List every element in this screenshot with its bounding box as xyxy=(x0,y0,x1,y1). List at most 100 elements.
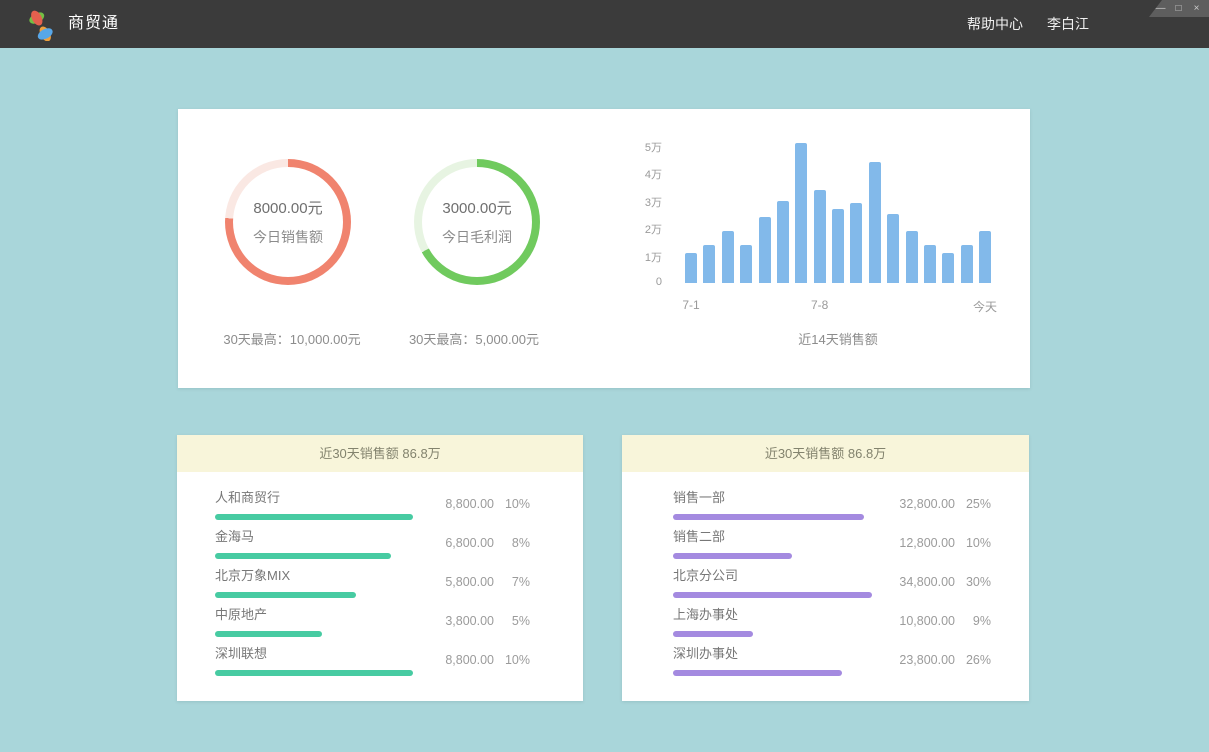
department-ranking-card: 近30天销售额 86.8万 销售一部32,800.0025%销售二部12,800… xyxy=(622,435,1029,701)
rank-row: 深圳办事处23,800.0026% xyxy=(673,640,991,679)
rank-label: 深圳联想 xyxy=(215,643,420,662)
rank-value: 5,800.00 xyxy=(420,575,494,589)
rank-label: 人和商贸行 xyxy=(215,487,420,506)
sales-bar xyxy=(869,162,881,283)
rank-row: 北京分公司34,800.0030% xyxy=(673,562,991,601)
rank-row: 销售二部12,800.0010% xyxy=(673,523,991,562)
sales-bar xyxy=(887,214,899,283)
rank-label: 中原地产 xyxy=(215,604,420,623)
rank-percent: 26% xyxy=(955,653,991,667)
rank-row: 人和商贸行8,800.0010% xyxy=(215,484,530,523)
rank-bar xyxy=(215,670,413,676)
today-summary-card: 8000.00元 今日销售额 30天最高：10,000.00元 3000.00元… xyxy=(178,109,1030,388)
sales-bar xyxy=(740,245,752,284)
daily-sales-chart-title: 近14天销售额 xyxy=(685,329,991,348)
sales-bars xyxy=(685,143,991,283)
rank-bar xyxy=(215,514,413,520)
x-tick-label: 7-8 xyxy=(811,298,828,312)
x-tick-label: 7-1 xyxy=(682,298,699,312)
user-name-menu[interactable]: 李白江 xyxy=(1047,14,1089,34)
rank-label: 销售一部 xyxy=(673,487,881,506)
sales-bar xyxy=(814,190,826,284)
sales-bar xyxy=(924,245,936,284)
rank-row: 销售一部32,800.0025% xyxy=(673,484,991,523)
today-sales-donut: 8000.00元 今日销售额 xyxy=(225,159,351,285)
rank-bar xyxy=(673,553,872,559)
rank-row: 金海马6,800.008% xyxy=(215,523,530,562)
rank-value: 3,800.00 xyxy=(420,614,494,628)
profit-30day-max: 30天最高：5,000.00元 xyxy=(374,329,574,348)
app-title: 商贸通 xyxy=(68,0,119,48)
department-ranking-title: 近30天销售额 86.8万 xyxy=(622,435,1029,472)
rank-value: 32,800.00 xyxy=(881,497,955,511)
sales-bar xyxy=(961,245,973,284)
rank-value: 8,800.00 xyxy=(420,653,494,667)
sales-bar xyxy=(685,253,697,283)
today-profit-label: 今日毛利润 xyxy=(442,227,512,247)
sales-bar xyxy=(722,231,734,283)
rank-value: 12,800.00 xyxy=(881,536,955,550)
rank-bar xyxy=(673,592,872,598)
close-button[interactable]: × xyxy=(1191,4,1202,14)
rank-value: 10,800.00 xyxy=(881,614,955,628)
y-tick-label: 3万 xyxy=(645,194,662,210)
rank-bar xyxy=(215,553,413,559)
pinwheel-logo-icon xyxy=(25,9,57,41)
rank-percent: 9% xyxy=(955,614,991,628)
rank-label: 销售二部 xyxy=(673,526,881,545)
y-axis: 5万 4万 3万 2万 1万 0 xyxy=(618,109,662,309)
sales-bar xyxy=(703,245,715,284)
rank-label: 上海办事处 xyxy=(673,604,881,623)
rank-percent: 5% xyxy=(494,614,530,628)
rank-bar xyxy=(673,670,872,676)
y-tick-label: 1万 xyxy=(645,249,662,265)
y-tick-label: 5万 xyxy=(645,139,662,155)
app-window: 商贸通 帮助中心 李白江 — □ × 8000.00元 今日销售额 30天最高：… xyxy=(0,0,1209,752)
sales-bar xyxy=(850,203,862,283)
y-tick-label: 4万 xyxy=(645,166,662,182)
rank-row: 深圳联想8,800.0010% xyxy=(215,640,530,679)
rank-label: 深圳办事处 xyxy=(673,643,881,662)
y-tick-label: 0 xyxy=(656,276,662,288)
sales-30day-max: 30天最高：10,000.00元 xyxy=(192,329,392,348)
rank-label: 北京万象MIX xyxy=(215,565,420,584)
help-center-link[interactable]: 帮助中心 xyxy=(967,14,1023,34)
rank-row: 上海办事处10,800.009% xyxy=(673,601,991,640)
rank-rows-left: 人和商贸行8,800.0010%金海马6,800.008%北京万象MIX5,80… xyxy=(177,472,583,679)
rank-rows-right: 销售一部32,800.0025%销售二部12,800.0010%北京分公司34,… xyxy=(622,472,1029,679)
rank-bar xyxy=(673,514,872,520)
sales-bar xyxy=(979,231,991,283)
today-sales-label: 今日销售额 xyxy=(253,227,323,247)
rank-value: 34,800.00 xyxy=(881,575,955,589)
titlebar-menu: 帮助中心 李白江 xyxy=(967,0,1089,48)
sales-bar xyxy=(906,231,918,283)
rank-label: 北京分公司 xyxy=(673,565,881,584)
customer-ranking-card: 近30天销售额 86.8万 人和商贸行8,800.0010%金海马6,800.0… xyxy=(177,435,583,701)
sales-bar xyxy=(942,253,954,283)
rank-label: 金海马 xyxy=(215,526,420,545)
rank-percent: 8% xyxy=(494,536,530,550)
rank-value: 23,800.00 xyxy=(881,653,955,667)
today-sales-donut-center: 8000.00元 今日销售额 xyxy=(233,167,343,277)
rank-value: 8,800.00 xyxy=(420,497,494,511)
rank-value: 6,800.00 xyxy=(420,536,494,550)
rank-percent: 10% xyxy=(494,497,530,511)
sales-bar xyxy=(832,209,844,283)
today-profit-value: 3000.00元 xyxy=(442,197,511,218)
titlebar: 商贸通 帮助中心 李白江 — □ × xyxy=(0,0,1209,48)
x-tick-label: 今天 xyxy=(973,298,997,315)
sales-bar xyxy=(777,201,789,284)
rank-row: 北京万象MIX5,800.007% xyxy=(215,562,530,601)
rank-bar xyxy=(215,631,413,637)
today-sales-value: 8000.00元 xyxy=(253,197,322,218)
today-profit-donut: 3000.00元 今日毛利润 xyxy=(414,159,540,285)
rank-bar xyxy=(673,631,872,637)
rank-bar xyxy=(215,592,413,598)
maximize-button[interactable]: □ xyxy=(1173,4,1184,14)
rank-percent: 30% xyxy=(955,575,991,589)
rank-row: 中原地产3,800.005% xyxy=(215,601,530,640)
y-tick-label: 2万 xyxy=(645,221,662,237)
customer-ranking-title: 近30天销售额 86.8万 xyxy=(177,435,583,472)
minimize-button[interactable]: — xyxy=(1155,4,1166,14)
rank-percent: 7% xyxy=(494,575,530,589)
